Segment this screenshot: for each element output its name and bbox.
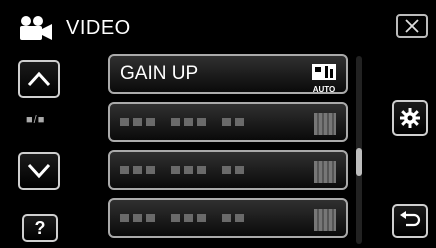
menu-item-disabled: [108, 198, 348, 238]
auto-label: AUTO: [312, 85, 336, 94]
placeholder-icon: [314, 209, 336, 231]
menu-item-gain-up[interactable]: GAIN UP AUTO: [108, 54, 348, 94]
placeholder-icon: [314, 161, 336, 183]
return-icon: [400, 211, 421, 227]
placeholder-icon: [314, 113, 336, 135]
close-icon: [405, 19, 419, 33]
close-button[interactable]: [396, 14, 428, 38]
help-button[interactable]: ?: [22, 214, 58, 242]
gain-up-auto-icon: AUTO: [310, 63, 338, 94]
menu-item-label: GAIN UP: [120, 63, 199, 84]
placeholder-text: [120, 118, 244, 126]
placeholder-text: [120, 214, 244, 222]
scrollbar[interactable]: [356, 56, 362, 244]
settings-button[interactable]: [392, 100, 428, 136]
gear-icon: [400, 108, 420, 128]
back-button[interactable]: [392, 204, 428, 238]
scrollbar-thumb[interactable]: [356, 148, 362, 176]
placeholder-text: [120, 166, 244, 174]
menu-item-disabled: [108, 150, 348, 190]
chevron-up-icon: [27, 71, 51, 87]
page-indicator: ■/■: [26, 114, 46, 126]
help-label: ?: [34, 217, 46, 238]
header: VIDEO: [12, 8, 131, 48]
menu-item-disabled: [108, 102, 348, 142]
scroll-down-button[interactable]: [18, 152, 60, 190]
chevron-down-icon: [27, 163, 51, 179]
video-camera-icon: [12, 14, 56, 42]
scroll-up-button[interactable]: [18, 60, 60, 98]
page-title: VIDEO: [66, 16, 131, 39]
